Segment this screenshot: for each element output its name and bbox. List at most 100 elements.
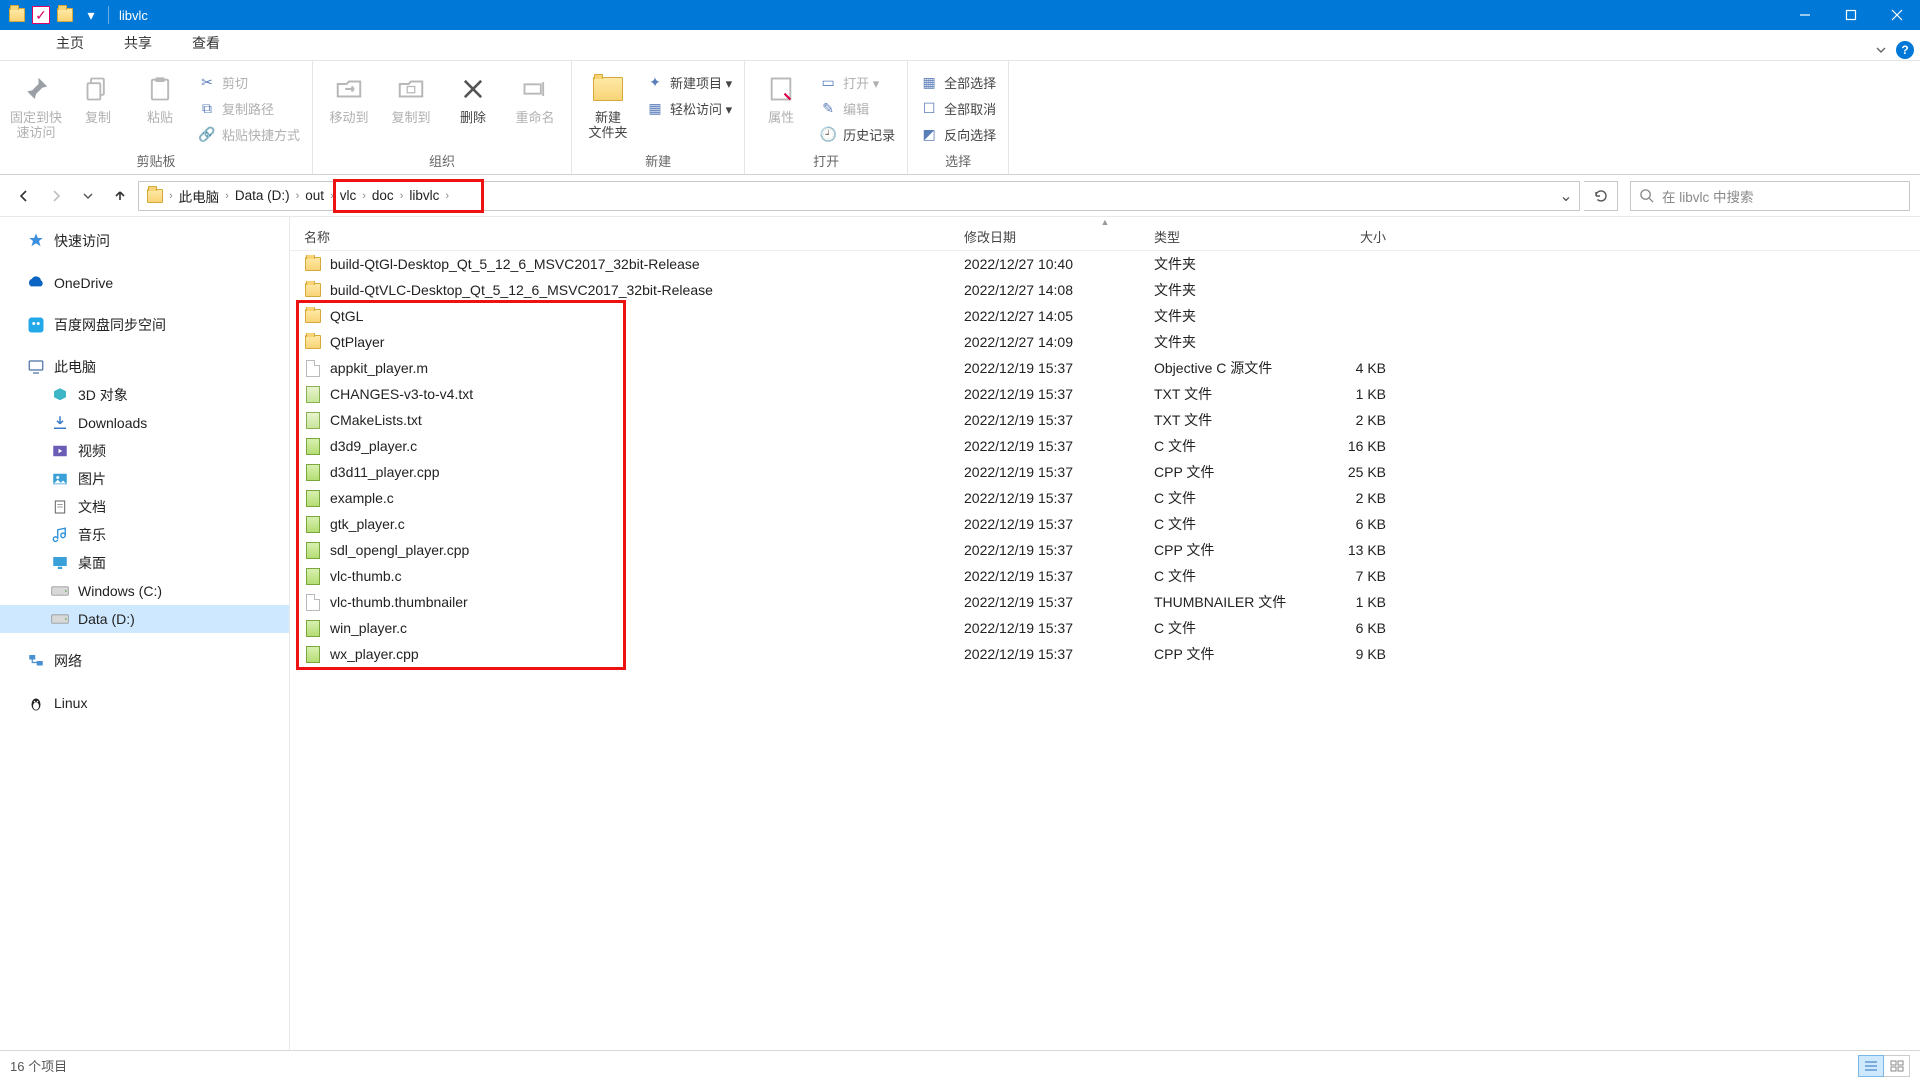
paste-label: 粘贴: [147, 111, 173, 126]
file-row[interactable]: sdl_opengl_player.cpp2022/12/19 15:37CPP…: [290, 537, 1920, 563]
pin-button[interactable]: 固定到快 速访问: [6, 65, 66, 141]
breadcrumb[interactable]: doc: [370, 182, 396, 210]
easyaccess-button[interactable]: ▦轻松访问 ▾: [640, 95, 738, 121]
col-type[interactable]: 类型: [1140, 227, 1300, 246]
search-icon: [1639, 188, 1654, 203]
file-type: C 文件: [1140, 488, 1300, 508]
tree-node[interactable]: Data (D:): [0, 605, 289, 633]
group-new-label: 新建: [645, 149, 671, 174]
copypath-button[interactable]: ⧉复制路径: [192, 95, 306, 121]
moveto-button[interactable]: 移动到: [319, 65, 379, 126]
file-row[interactable]: CHANGES-v3-to-v4.txt2022/12/19 15:37TXT …: [290, 381, 1920, 407]
properties-button[interactable]: 属性: [751, 65, 811, 126]
tree-node[interactable]: Windows (C:): [0, 577, 289, 605]
file-icon: [304, 359, 322, 377]
file-row[interactable]: CMakeLists.txt2022/12/19 15:37TXT 文件2 KB: [290, 407, 1920, 433]
drive-icon: [50, 612, 70, 626]
rename-button[interactable]: 重命名: [505, 65, 565, 126]
tree-node[interactable]: 此电脑: [0, 353, 289, 381]
col-size[interactable]: 大小: [1300, 227, 1410, 246]
qat-folder-icon[interactable]: [54, 4, 76, 26]
drive-icon: [50, 584, 70, 598]
pasteshortcut-button[interactable]: 🔗粘贴快捷方式: [192, 121, 306, 147]
cut-button[interactable]: ✂剪切: [192, 69, 306, 95]
tree-node[interactable]: 快速访问: [0, 227, 289, 255]
copy-button[interactable]: 复制: [68, 65, 128, 126]
nav-recent-button[interactable]: [74, 182, 102, 210]
tab-share[interactable]: 共享: [104, 29, 172, 59]
tree-node[interactable]: 3D 对象: [0, 381, 289, 409]
copyto-icon: [393, 71, 429, 107]
nav-forward-button[interactable]: [42, 182, 70, 210]
tree-node[interactable]: 桌面: [0, 549, 289, 577]
tree-node[interactable]: 百度网盘同步空间: [0, 311, 289, 339]
maximize-button[interactable]: [1828, 0, 1874, 30]
col-date[interactable]: 修改日期: [950, 227, 1140, 246]
file-type: TXT 文件: [1140, 384, 1300, 404]
file-row[interactable]: win_player.c2022/12/19 15:37C 文件6 KB: [290, 615, 1920, 641]
file-row[interactable]: vlc-thumb.thumbnailer2022/12/19 15:37THU…: [290, 589, 1920, 615]
copy-icon: [80, 71, 116, 107]
copyto-button[interactable]: 复制到: [381, 65, 441, 126]
ribbon-collapse-icon[interactable]: [1874, 43, 1888, 57]
file-row[interactable]: gtk_player.c2022/12/19 15:37C 文件6 KB: [290, 511, 1920, 537]
tree-node-label: 文档: [78, 497, 106, 517]
delete-button[interactable]: 删除: [443, 65, 503, 126]
tree-node[interactable]: Downloads: [0, 409, 289, 437]
open-button[interactable]: ▭打开 ▾: [813, 69, 901, 95]
file-row[interactable]: vlc-thumb.c2022/12/19 15:37C 文件7 KB: [290, 563, 1920, 589]
tree-node[interactable]: 网络: [0, 647, 289, 675]
pin-icon: [18, 71, 54, 107]
history-icon: 🕘: [819, 126, 837, 143]
selectnone-button[interactable]: ☐全部取消: [914, 95, 1002, 121]
file-row[interactable]: appkit_player.m2022/12/19 15:37Objective…: [290, 355, 1920, 381]
file-date: 2022/12/19 15:37: [950, 438, 1140, 454]
tree-node[interactable]: 音乐: [0, 521, 289, 549]
col-name[interactable]: 名称: [290, 227, 950, 246]
breadcrumb[interactable]: vlc: [338, 182, 359, 210]
view-thumbnails-button[interactable]: [1884, 1055, 1910, 1077]
minimize-button[interactable]: [1782, 0, 1828, 30]
tree-node[interactable]: Linux: [0, 689, 289, 717]
selectall-button[interactable]: ▦全部选择: [914, 69, 1002, 95]
history-button[interactable]: 🕘历史记录: [813, 121, 901, 147]
file-row[interactable]: d3d9_player.c2022/12/19 15:37C 文件16 KB: [290, 433, 1920, 459]
tree-node[interactable]: 视频: [0, 437, 289, 465]
file-row[interactable]: build-QtGl-Desktop_Qt_5_12_6_MSVC2017_32…: [290, 251, 1920, 277]
qat-overflow-icon[interactable]: ▾: [80, 4, 102, 26]
tab-home[interactable]: 主页: [36, 29, 104, 59]
file-row[interactable]: wx_player.cpp2022/12/19 15:37CPP 文件9 KB: [290, 641, 1920, 667]
breadcrumb[interactable]: out: [303, 182, 326, 210]
refresh-button[interactable]: [1584, 181, 1618, 211]
nav-back-button[interactable]: [10, 182, 38, 210]
invertsel-button[interactable]: ◩反向选择: [914, 121, 1002, 147]
search-input[interactable]: 在 libvlc 中搜索: [1630, 181, 1910, 211]
file-date: 2022/12/19 15:37: [950, 360, 1140, 376]
file-type: 文件夹: [1140, 254, 1300, 274]
newfolder-button[interactable]: 新建 文件夹: [578, 65, 638, 141]
newitem-button[interactable]: ✦新建项目 ▾: [640, 69, 738, 95]
breadcrumb[interactable]: Data (D:): [233, 182, 292, 210]
edit-button[interactable]: ✎编辑: [813, 95, 901, 121]
file-row[interactable]: example.c2022/12/19 15:37C 文件2 KB: [290, 485, 1920, 511]
tree-node[interactable]: OneDrive: [0, 269, 289, 297]
file-date: 2022/12/27 14:09: [950, 334, 1140, 350]
tab-view[interactable]: 查看: [172, 29, 240, 59]
address-bar[interactable]: › 此电脑›Data (D:)›out›vlc›doc›libvlc›⌄: [138, 181, 1580, 211]
breadcrumb[interactable]: libvlc: [407, 182, 441, 210]
tree-node[interactable]: 文档: [0, 493, 289, 521]
file-row[interactable]: build-QtVLC-Desktop_Qt_5_12_6_MSVC2017_3…: [290, 277, 1920, 303]
qat-checkbox-icon[interactable]: ✓: [32, 6, 50, 24]
status-bar: 16 个项目: [0, 1050, 1920, 1080]
tree-node[interactable]: 图片: [0, 465, 289, 493]
addr-dropdown-icon[interactable]: ⌄: [1553, 186, 1579, 206]
file-row[interactable]: d3d11_player.cpp2022/12/19 15:37CPP 文件25…: [290, 459, 1920, 485]
breadcrumb[interactable]: 此电脑: [177, 182, 222, 210]
nav-up-button[interactable]: [106, 182, 134, 210]
file-row[interactable]: QtPlayer2022/12/27 14:09文件夹: [290, 329, 1920, 355]
view-details-button[interactable]: [1858, 1055, 1884, 1077]
file-row[interactable]: QtGL2022/12/27 14:05文件夹: [290, 303, 1920, 329]
paste-button[interactable]: 粘贴: [130, 65, 190, 126]
close-button[interactable]: [1874, 0, 1920, 30]
help-icon[interactable]: ?: [1896, 41, 1914, 59]
